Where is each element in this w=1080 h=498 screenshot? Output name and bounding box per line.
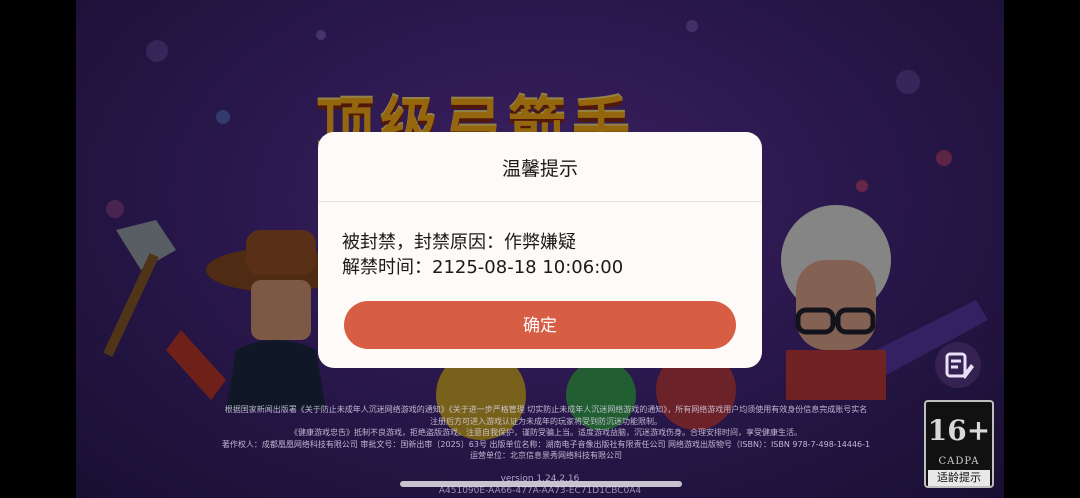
age-rating-number: 16+	[927, 414, 991, 447]
home-indicator[interactable]	[400, 481, 682, 487]
unban-time-text: 解禁时间：2125-08-18 10:06:00	[342, 257, 624, 278]
notice-line: 运营单位：北京信息景秀网络科技有限公司	[470, 451, 622, 460]
ban-notice-dialog: 温馨提示 被封禁，封禁原因：作弊嫌疑 解禁时间：2125-08-18 10:06…	[318, 132, 762, 368]
notice-line: 根据国家新闻出版署《关于防止未成年人沉迷网络游戏的通知》《关于进一步严格管理 切…	[224, 405, 868, 414]
dialog-divider	[318, 201, 762, 202]
age-rating-caption: 适龄提示	[928, 470, 990, 486]
ban-reason-text: 被封禁，封禁原因：作弊嫌疑	[342, 232, 576, 253]
notice-line: 著作权人：成都凰凰网络科技有限公司 审批文号：国新出审〔2025〕63号 出版单…	[221, 439, 871, 449]
notice-line: 注册后方可进入游戏认证为未成年的玩家将受到防沉迷功能限制。	[430, 416, 662, 426]
edit-icon	[945, 352, 974, 379]
dialog-title: 温馨提示	[501, 158, 578, 180]
build-id: A451090E-AA66-477A-AA73-EC71D1CBC0A4	[438, 486, 642, 496]
notice-line: 《健康游戏忠告》抵制不良游戏，拒绝盗版游戏。注意自我保护，谨防受骗上当。适度游戏…	[290, 428, 802, 437]
confirm-button[interactable]: 确定	[344, 301, 736, 349]
edit-button[interactable]	[935, 342, 981, 388]
age-rating-org: CADPA	[938, 456, 980, 467]
age-rating-badge[interactable]: 16+ CADPA 适龄提示	[924, 400, 994, 488]
anti-addiction-notice: 根据国家新闻出版署《关于防止未成年人沉迷网络游戏的通知》《关于进一步严格管理 切…	[156, 404, 936, 462]
